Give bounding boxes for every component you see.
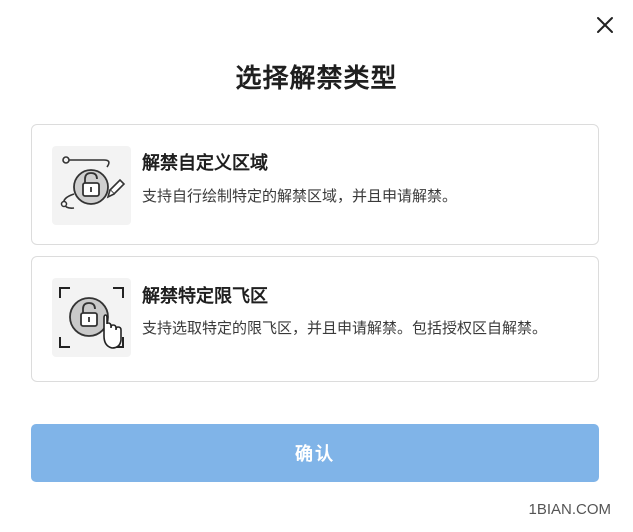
close-button[interactable]: [592, 12, 618, 38]
draw-area-unlock-icon: [52, 146, 131, 225]
option-title: 解禁自定义区域: [142, 153, 268, 174]
option-title: 解禁特定限飞区: [142, 286, 268, 307]
option-card-custom-area[interactable]: 解禁自定义区域 支持自行绘制特定的解禁区域，并且申请解禁。: [31, 124, 599, 245]
option-description: 支持选取特定的限飞区，并且申请解禁。包括授权区自解禁。: [142, 319, 548, 337]
watermark: 1BIAN.COM: [528, 501, 611, 518]
select-zone-unlock-icon: [52, 278, 131, 357]
confirm-button[interactable]: 确认: [31, 424, 599, 482]
option-description: 支持自行绘制特定的解禁区域，并且申请解禁。: [142, 187, 458, 205]
close-icon: [597, 17, 613, 33]
dialog-title: 选择解禁类型: [235, 64, 398, 94]
option-card-restricted-zone[interactable]: 解禁特定限飞区 支持选取特定的限飞区，并且申请解禁。包括授权区自解禁。: [31, 256, 599, 382]
